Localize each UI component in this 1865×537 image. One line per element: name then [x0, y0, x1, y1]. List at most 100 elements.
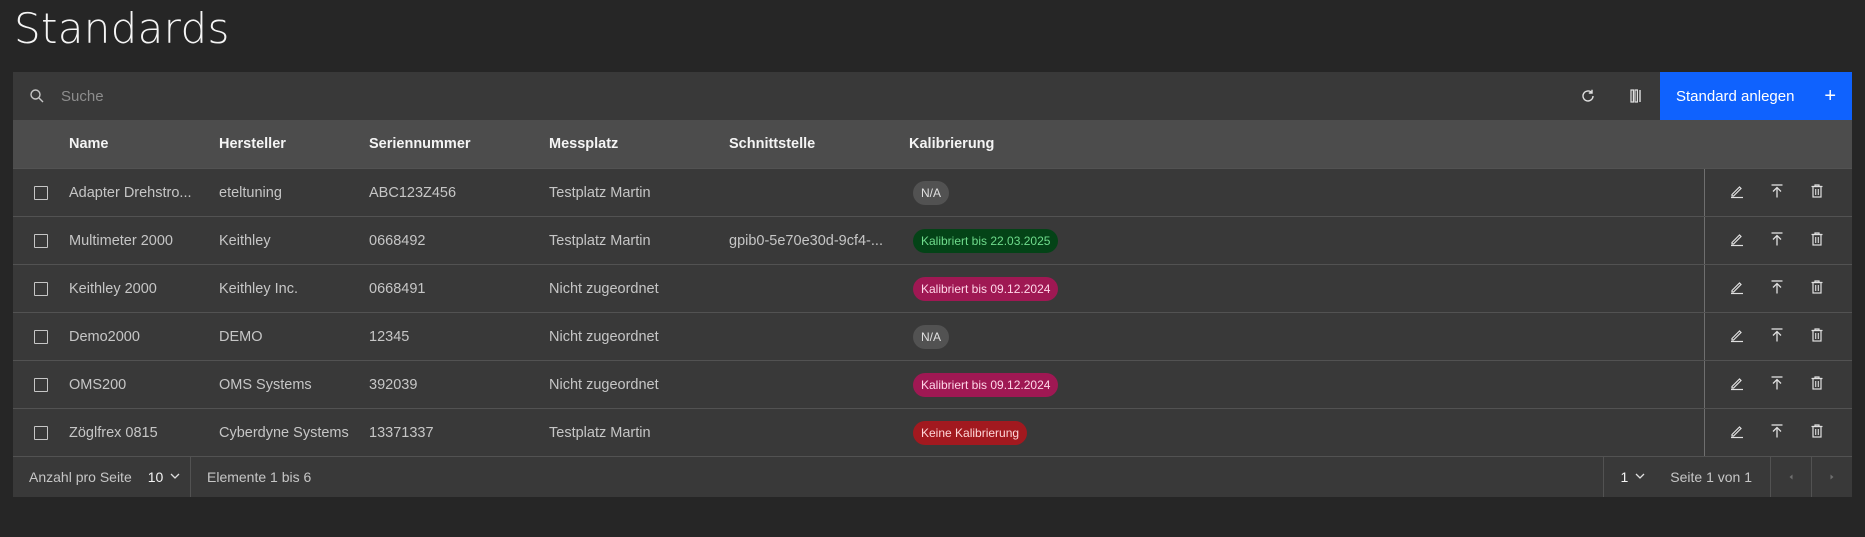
columns-icon[interactable]	[1612, 72, 1660, 120]
upload-icon	[1769, 183, 1785, 203]
calibration-status-badge: Kalibriert bis 09.12.2024	[913, 372, 1059, 397]
items-range-text: Elemente 1 bis 6	[207, 469, 312, 485]
refresh-icon[interactable]	[1564, 72, 1612, 120]
cell-kalibrierung: Keine Kalibrierung	[909, 420, 1704, 445]
table-row[interactable]: Zöglfrex 0815 Cyberdyne Systems 13371337 Te…	[13, 408, 1852, 456]
upload-button[interactable]	[1757, 365, 1797, 405]
prev-page-button[interactable]	[1770, 457, 1811, 497]
header-schnittstelle[interactable]: Schnittstelle	[729, 136, 909, 152]
edit-icon	[1729, 375, 1745, 395]
cell-messplatz: Nicht zugeordnet	[549, 376, 659, 393]
edit-button[interactable]	[1717, 221, 1757, 261]
chevron-down-icon	[169, 469, 181, 485]
table-row[interactable]: OMS200 OMS Systems 392039 Nicht zugeordnet K…	[13, 360, 1852, 408]
calibration-status-badge: Kalibriert bis 09.12.2024	[913, 276, 1059, 301]
calibration-status-badge: Kalibriert bis 22.03.2025	[913, 228, 1059, 253]
cell-hersteller: Keithley	[219, 232, 271, 249]
table-header: Name Hersteller Seriennummer Messplatz S…	[13, 120, 1852, 168]
row-checkbox[interactable]	[34, 425, 48, 440]
cell-kalibrierung: Kalibriert bis 09.12.2024	[909, 276, 1704, 301]
page-select[interactable]: 1	[1603, 457, 1646, 497]
trash-icon	[1809, 375, 1825, 395]
cell-messplatz: Nicht zugeordnet	[549, 280, 659, 297]
plus-icon: +	[1824, 84, 1836, 107]
row-checkbox[interactable]	[34, 185, 48, 200]
delete-button[interactable]	[1797, 365, 1837, 405]
upload-icon	[1769, 231, 1785, 251]
table-row[interactable]: Adapter Drehstro... eteltuning ABC123Z456 T…	[13, 168, 1852, 216]
row-actions	[1704, 169, 1852, 216]
header-hersteller[interactable]: Hersteller	[219, 136, 369, 152]
table-row[interactable]: Demo2000 DEMO 12345 Nicht zugeordnet N/A	[13, 312, 1852, 360]
row-checkbox[interactable]	[34, 281, 48, 296]
upload-button[interactable]	[1757, 221, 1797, 261]
page-of-text: Seite 1 von 1	[1670, 469, 1752, 485]
delete-button[interactable]	[1797, 221, 1837, 261]
delete-button[interactable]	[1797, 317, 1837, 357]
upload-icon	[1769, 375, 1785, 395]
header-name[interactable]: Name	[69, 136, 219, 152]
row-checkbox[interactable]	[34, 233, 48, 248]
upload-button[interactable]	[1757, 413, 1797, 453]
cell-seriennummer: 0668492	[369, 232, 426, 249]
cell-seriennummer: 12345	[369, 328, 410, 345]
cell-seriennummer: 13371337	[369, 424, 434, 441]
calibration-status-badge: Keine Kalibrierung	[913, 420, 1028, 445]
cell-seriennummer: ABC123Z456	[369, 184, 457, 201]
create-standard-label: Standard anlegen	[1676, 87, 1795, 105]
delete-button[interactable]	[1797, 269, 1837, 309]
per-page-value: 10	[147, 469, 164, 485]
row-checkbox[interactable]	[34, 377, 48, 392]
row-actions	[1704, 361, 1852, 408]
edit-button[interactable]	[1717, 317, 1757, 357]
cell-hersteller: eteltuning	[219, 184, 282, 201]
edit-button[interactable]	[1717, 269, 1757, 309]
pagination: Anzahl pro Seite 10 Elemente 1 bis 6 1 S…	[13, 456, 1852, 497]
upload-icon	[1769, 327, 1785, 347]
row-checkbox[interactable]	[34, 329, 48, 344]
pagination-right: 1 Seite 1 von 1	[1603, 457, 1852, 497]
delete-button[interactable]	[1797, 413, 1837, 453]
header-actions	[1704, 120, 1852, 168]
cell-kalibrierung: Kalibriert bis 22.03.2025	[909, 228, 1704, 253]
edit-button[interactable]	[1717, 365, 1757, 405]
cell-name: Zöglfrex 0815	[69, 424, 158, 441]
header-messplatz[interactable]: Messplatz	[549, 136, 729, 152]
cell-name: Multimeter 2000	[69, 232, 173, 249]
edit-button[interactable]	[1717, 413, 1757, 453]
edit-button[interactable]	[1717, 173, 1757, 213]
cell-schnittstelle: gpib0-5e70e30d-9cf4-...	[729, 232, 883, 249]
delete-button[interactable]	[1797, 173, 1837, 213]
cell-messplatz: Nicht zugeordnet	[549, 328, 659, 345]
edit-icon	[1729, 279, 1745, 299]
table-row[interactable]: Multimeter 2000 Keithley 0668492 Testplatz …	[13, 216, 1852, 264]
create-standard-button[interactable]: Standard anlegen +	[1660, 72, 1852, 120]
row-select-cell	[13, 233, 69, 248]
row-select-cell	[13, 377, 69, 392]
header-kalibrierung[interactable]: Kalibrierung	[909, 136, 1704, 152]
cell-seriennummer: 0668491	[369, 280, 426, 297]
upload-button[interactable]	[1757, 317, 1797, 357]
edit-icon	[1729, 231, 1745, 251]
cell-messplatz: Testplatz Martin	[549, 184, 651, 201]
chevron-down-icon	[1634, 469, 1646, 485]
per-page-label: Anzahl pro Seite	[29, 469, 132, 485]
row-select-cell	[13, 425, 69, 440]
search-icon	[13, 72, 61, 120]
search-input[interactable]	[61, 87, 661, 105]
upload-icon	[1769, 423, 1785, 443]
per-page-select[interactable]: Anzahl pro Seite 10	[13, 457, 191, 497]
row-select-cell	[13, 185, 69, 200]
page-value: 1	[1620, 469, 1629, 485]
cell-hersteller: Keithley Inc.	[219, 280, 298, 297]
next-page-button[interactable]	[1811, 457, 1852, 497]
upload-button[interactable]	[1757, 173, 1797, 213]
edit-icon	[1729, 423, 1745, 443]
cell-name: Adapter Drehstro...	[69, 184, 192, 201]
upload-button[interactable]	[1757, 269, 1797, 309]
header-seriennummer[interactable]: Seriennummer	[369, 136, 549, 152]
search-box	[13, 72, 1564, 120]
cell-name: OMS200	[69, 376, 127, 393]
row-actions	[1704, 265, 1852, 312]
table-row[interactable]: Keithley 2000 Keithley Inc. 0668491 Nicht z…	[13, 264, 1852, 312]
